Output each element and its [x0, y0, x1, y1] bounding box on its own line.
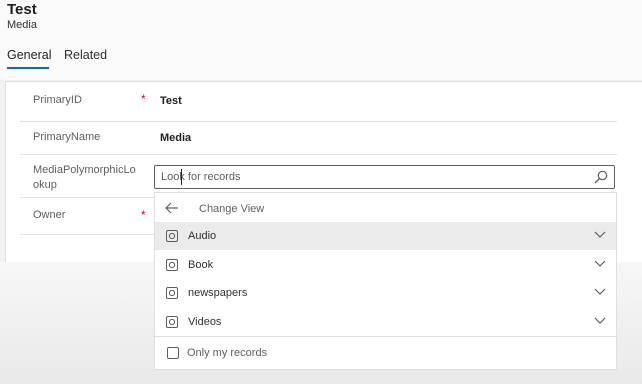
row-divider	[20, 234, 154, 235]
chevron-down-icon[interactable]	[594, 317, 606, 325]
record-header: Test Media General Related	[0, 0, 642, 80]
entity-icon	[166, 230, 178, 242]
only-my-records-label[interactable]: Only my records	[187, 347, 267, 359]
entity-icon	[166, 259, 178, 271]
entity-option-videos[interactable]: Videos	[155, 308, 616, 336]
primaryname-value[interactable]: Media	[160, 132, 191, 144]
mediapolymorphiclookup-label-line1: MediaPolymorphicLo	[33, 164, 136, 176]
entity-option-label: Videos	[188, 316, 222, 328]
primaryid-label: PrimaryID	[33, 94, 82, 106]
mediapolymorphiclookup-label: MediaPolymorphicLo okup	[33, 163, 136, 193]
entity-icon	[166, 287, 178, 299]
back-arrow-icon[interactable]	[165, 202, 179, 214]
text-cursor	[181, 169, 182, 185]
primaryname-label: PrimaryName	[33, 131, 101, 143]
entity-option-book[interactable]: Book	[155, 251, 616, 279]
owner-label: Owner	[33, 209, 66, 221]
entity-option-label: Audio	[188, 230, 217, 242]
chevron-down-icon[interactable]	[594, 288, 606, 296]
tab-general[interactable]: General	[7, 48, 51, 62]
change-view-label: Change View	[199, 203, 265, 215]
tab-related[interactable]: Related	[64, 48, 107, 62]
lookup-search-input[interactable]: Look for records	[154, 165, 615, 189]
entity-option-label: Book	[188, 259, 214, 271]
lookup-flyout: Change View Audio Book newspapers Videos…	[154, 192, 617, 370]
active-tab-indicator	[7, 67, 49, 69]
record-subtitle: Media	[7, 19, 37, 31]
row-divider	[20, 197, 154, 198]
mediapolymorphiclookup-label-line2: okup	[33, 179, 57, 191]
record-title: Test	[7, 1, 37, 18]
chevron-down-icon[interactable]	[594, 260, 606, 268]
row-divider	[20, 154, 617, 155]
entity-option-audio[interactable]: Audio	[155, 222, 616, 250]
entity-option-label: newspapers	[188, 287, 248, 299]
chevron-down-icon[interactable]	[594, 231, 606, 239]
lookup-placeholder: Look for records	[161, 171, 241, 183]
change-view-row[interactable]: Change View	[155, 194, 616, 222]
row-divider	[20, 121, 617, 122]
primaryid-value[interactable]: Test	[160, 95, 182, 107]
lookup-footer: Only my records	[155, 336, 616, 370]
search-icon[interactable]	[594, 170, 608, 184]
primaryid-required-marker: *	[141, 92, 146, 106]
entity-option-newspapers[interactable]: newspapers	[155, 279, 616, 307]
entity-icon	[166, 316, 178, 328]
only-my-records-checkbox[interactable]	[167, 347, 179, 359]
owner-required-marker: *	[141, 208, 146, 222]
